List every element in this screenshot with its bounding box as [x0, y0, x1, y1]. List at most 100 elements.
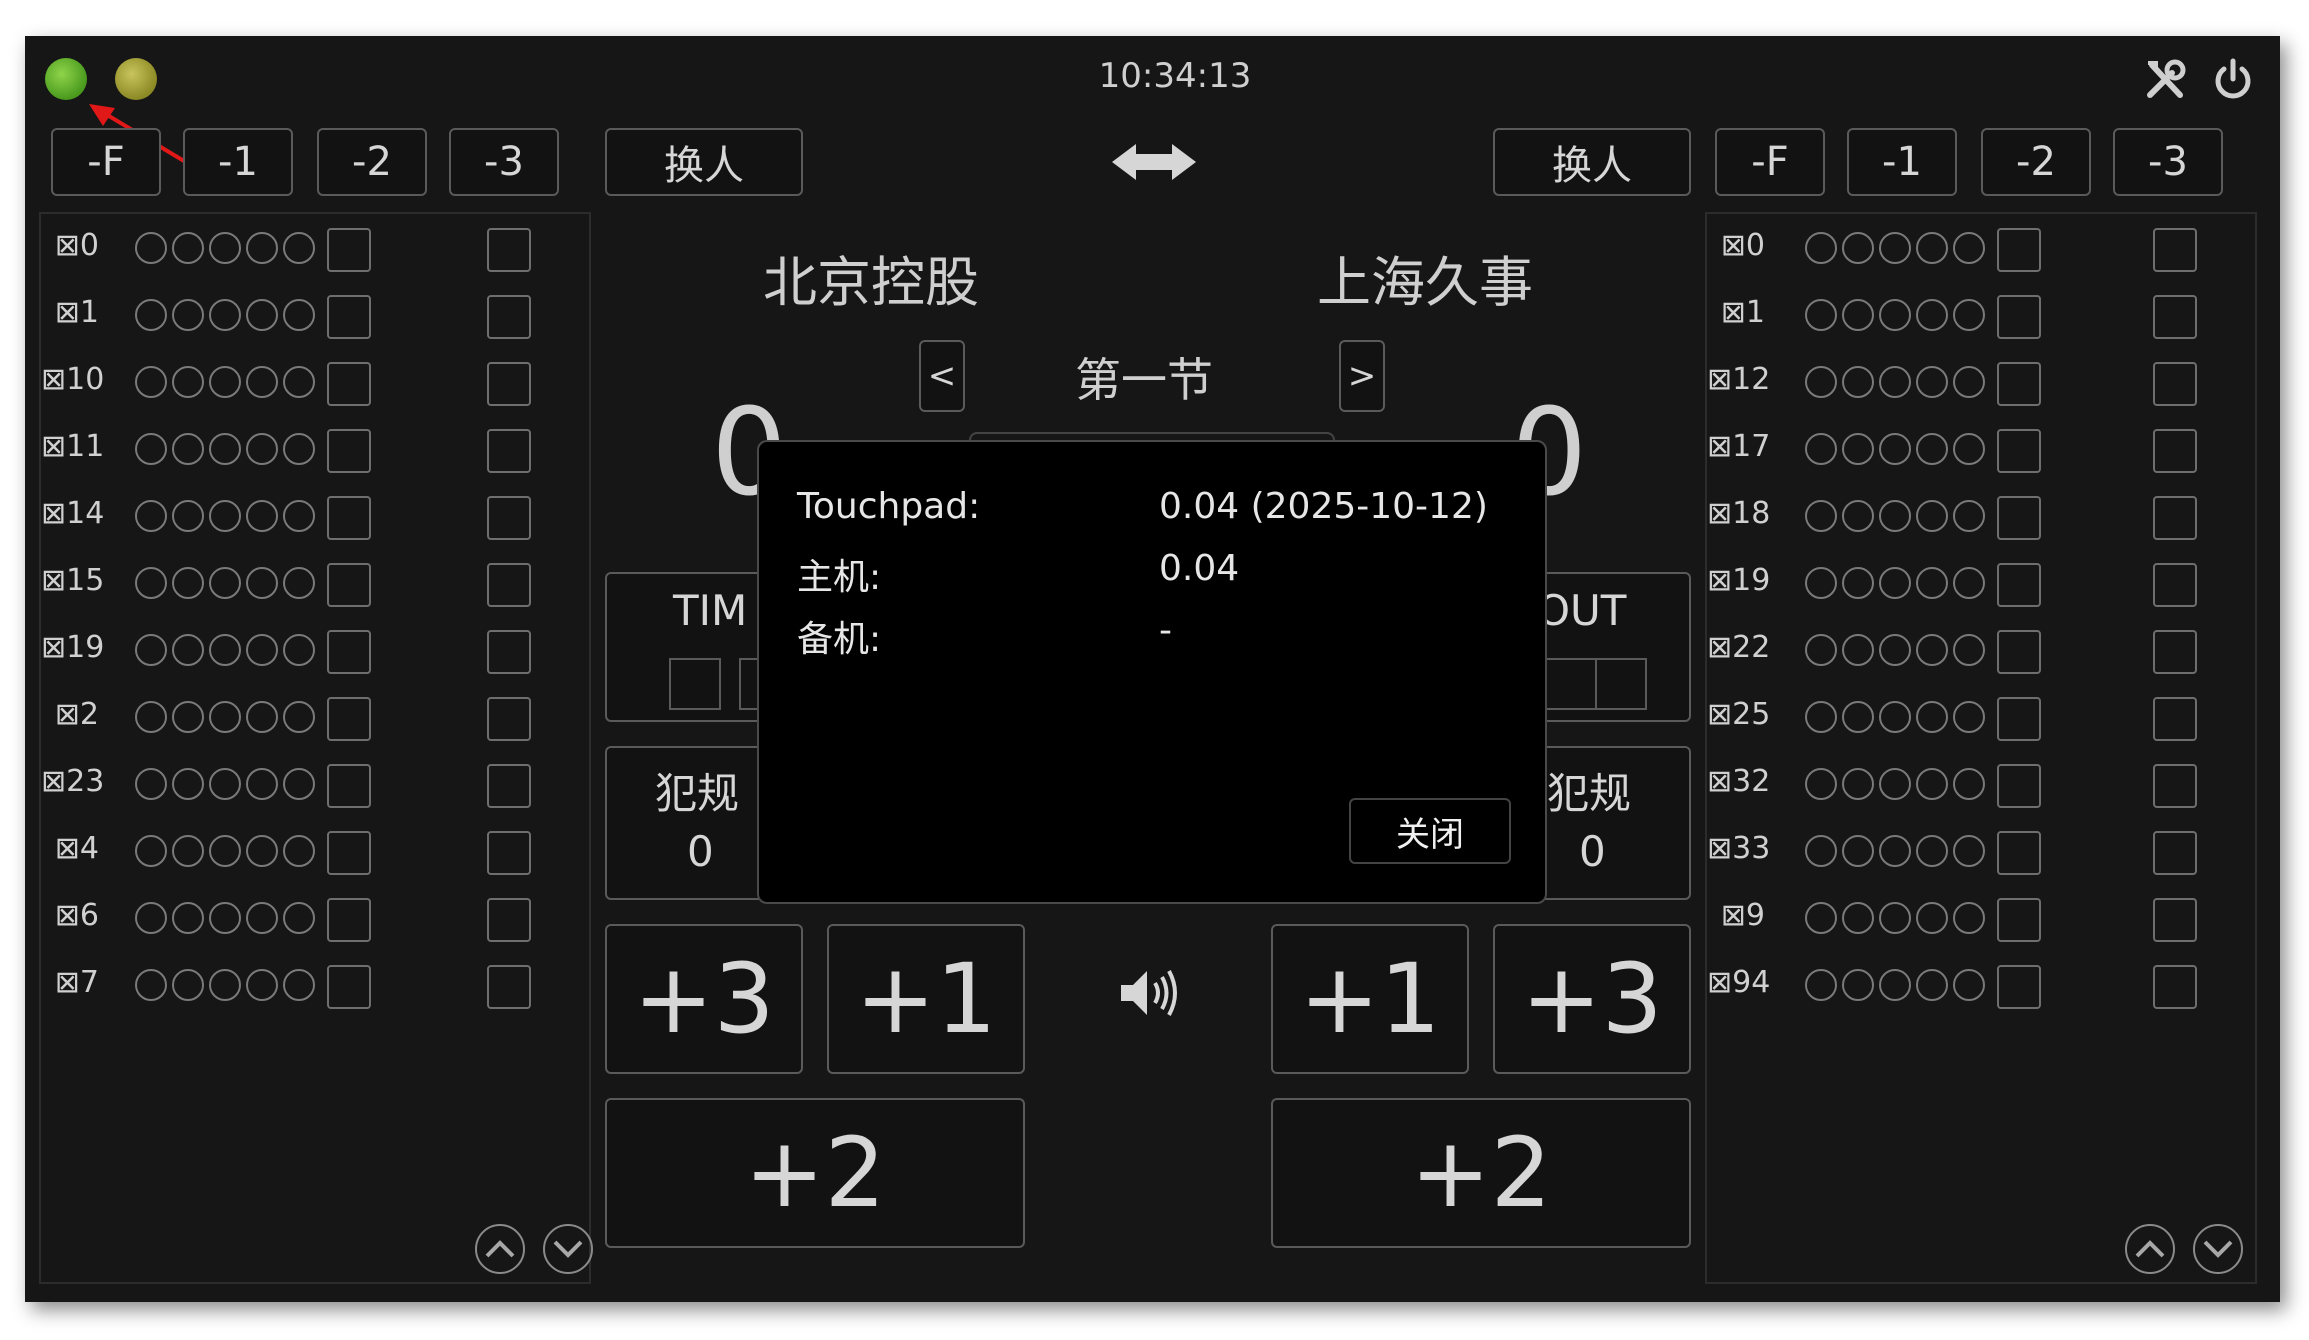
foul-dot[interactable] [1805, 902, 1837, 934]
player-number[interactable]: ⊠6 [41, 898, 99, 933]
foul-dot[interactable] [209, 232, 241, 264]
foul-indicators[interactable] [1805, 969, 1985, 1001]
foul-indicators[interactable] [135, 902, 315, 934]
timeout-indicator[interactable] [669, 658, 721, 710]
player-number[interactable]: ⊠9 [1707, 898, 1765, 933]
player-row[interactable]: ⊠17 [1707, 425, 2255, 475]
foul-indicators[interactable] [135, 969, 315, 1001]
foul-indicators[interactable] [1805, 835, 1985, 867]
foul-indicators[interactable] [135, 701, 315, 733]
foul-dot[interactable] [1953, 701, 1985, 733]
foul-dot[interactable] [135, 768, 167, 800]
starter-checkbox[interactable] [1997, 898, 2041, 942]
right-minus-3-button[interactable]: -3 [2113, 128, 2223, 196]
foul-dot[interactable] [135, 500, 167, 532]
player-number[interactable]: ⊠10 [41, 362, 104, 397]
player-number[interactable]: ⊠22 [1707, 630, 1770, 665]
player-row[interactable]: ⊠15 [41, 559, 589, 609]
foul-dot[interactable] [209, 634, 241, 666]
starter-checkbox[interactable] [327, 630, 371, 674]
starter-checkbox[interactable] [327, 362, 371, 406]
foul-dot[interactable] [246, 567, 278, 599]
foul-dot[interactable] [135, 835, 167, 867]
home-plus2-button[interactable]: +2 [605, 1098, 1025, 1248]
player-number[interactable]: ⊠94 [1707, 965, 1770, 1000]
starter-checkbox[interactable] [1997, 295, 2041, 339]
chevron-up-icon[interactable] [2125, 1224, 2175, 1274]
player-number[interactable]: ⊠2 [41, 697, 99, 732]
foul-dot[interactable] [1842, 768, 1874, 800]
foul-dot[interactable] [1953, 433, 1985, 465]
foul-dot[interactable] [172, 299, 204, 331]
foul-dot[interactable] [1916, 768, 1948, 800]
foul-indicators[interactable] [135, 567, 315, 599]
foul-dot[interactable] [172, 768, 204, 800]
player-number[interactable]: ⊠23 [41, 764, 104, 799]
next-period-button[interactable]: > [1339, 340, 1385, 412]
foul-dot[interactable] [209, 299, 241, 331]
starter-checkbox[interactable] [327, 764, 371, 808]
right-minus-1-button[interactable]: -1 [1847, 128, 1957, 196]
on-court-checkbox[interactable] [487, 965, 531, 1009]
foul-dot[interactable] [135, 701, 167, 733]
starter-checkbox[interactable] [327, 496, 371, 540]
player-row[interactable]: ⊠6 [41, 894, 589, 944]
foul-dot[interactable] [1805, 768, 1837, 800]
player-row[interactable]: ⊠1 [1707, 291, 2255, 341]
player-number[interactable]: ⊠11 [41, 429, 104, 464]
foul-dot[interactable] [283, 768, 315, 800]
foul-indicators[interactable] [1805, 232, 1985, 264]
foul-dot[interactable] [1879, 500, 1911, 532]
player-row[interactable]: ⊠18 [1707, 492, 2255, 542]
starter-checkbox[interactable] [327, 295, 371, 339]
foul-dot[interactable] [246, 500, 278, 532]
foul-dot[interactable] [1916, 366, 1948, 398]
power-icon[interactable] [2205, 52, 2261, 108]
foul-dot[interactable] [1953, 366, 1985, 398]
foul-dot[interactable] [283, 701, 315, 733]
foul-dot[interactable] [1916, 902, 1948, 934]
foul-dot[interactable] [172, 500, 204, 532]
starter-checkbox[interactable] [1997, 362, 2041, 406]
player-row[interactable]: ⊠94 [1707, 961, 2255, 1011]
on-court-checkbox[interactable] [2153, 563, 2197, 607]
player-row[interactable]: ⊠9 [1707, 894, 2255, 944]
on-court-checkbox[interactable] [487, 429, 531, 473]
foul-dot[interactable] [283, 835, 315, 867]
foul-dot[interactable] [172, 567, 204, 599]
foul-dot[interactable] [1953, 299, 1985, 331]
on-court-checkbox[interactable] [487, 295, 531, 339]
starter-checkbox[interactable] [327, 898, 371, 942]
starter-checkbox[interactable] [1997, 228, 2041, 272]
foul-dot[interactable] [172, 634, 204, 666]
starter-checkbox[interactable] [327, 228, 371, 272]
foul-dot[interactable] [209, 433, 241, 465]
foul-dot[interactable] [1879, 634, 1911, 666]
foul-indicators[interactable] [1805, 366, 1985, 398]
player-row[interactable]: ⊠33 [1707, 827, 2255, 877]
foul-dot[interactable] [283, 902, 315, 934]
on-court-checkbox[interactable] [2153, 630, 2197, 674]
speaker-icon[interactable] [1115, 960, 1181, 1026]
foul-dot[interactable] [283, 299, 315, 331]
on-court-checkbox[interactable] [487, 228, 531, 272]
foul-dot[interactable] [1916, 567, 1948, 599]
foul-dot[interactable] [135, 299, 167, 331]
foul-dot[interactable] [172, 969, 204, 1001]
left-minus-3-button[interactable]: -3 [449, 128, 559, 196]
starter-checkbox[interactable] [1997, 429, 2041, 473]
foul-dot[interactable] [246, 701, 278, 733]
foul-dot[interactable] [172, 835, 204, 867]
foul-dot[interactable] [172, 232, 204, 264]
foul-dot[interactable] [1916, 701, 1948, 733]
player-number[interactable]: ⊠4 [41, 831, 99, 866]
foul-dot[interactable] [1842, 433, 1874, 465]
foul-dot[interactable] [1879, 835, 1911, 867]
on-court-checkbox[interactable] [487, 898, 531, 942]
foul-indicators[interactable] [1805, 500, 1985, 532]
foul-dot[interactable] [283, 567, 315, 599]
foul-dot[interactable] [172, 701, 204, 733]
foul-dot[interactable] [209, 902, 241, 934]
player-row[interactable]: ⊠1 [41, 291, 589, 341]
timeout-indicator[interactable] [1595, 658, 1647, 710]
